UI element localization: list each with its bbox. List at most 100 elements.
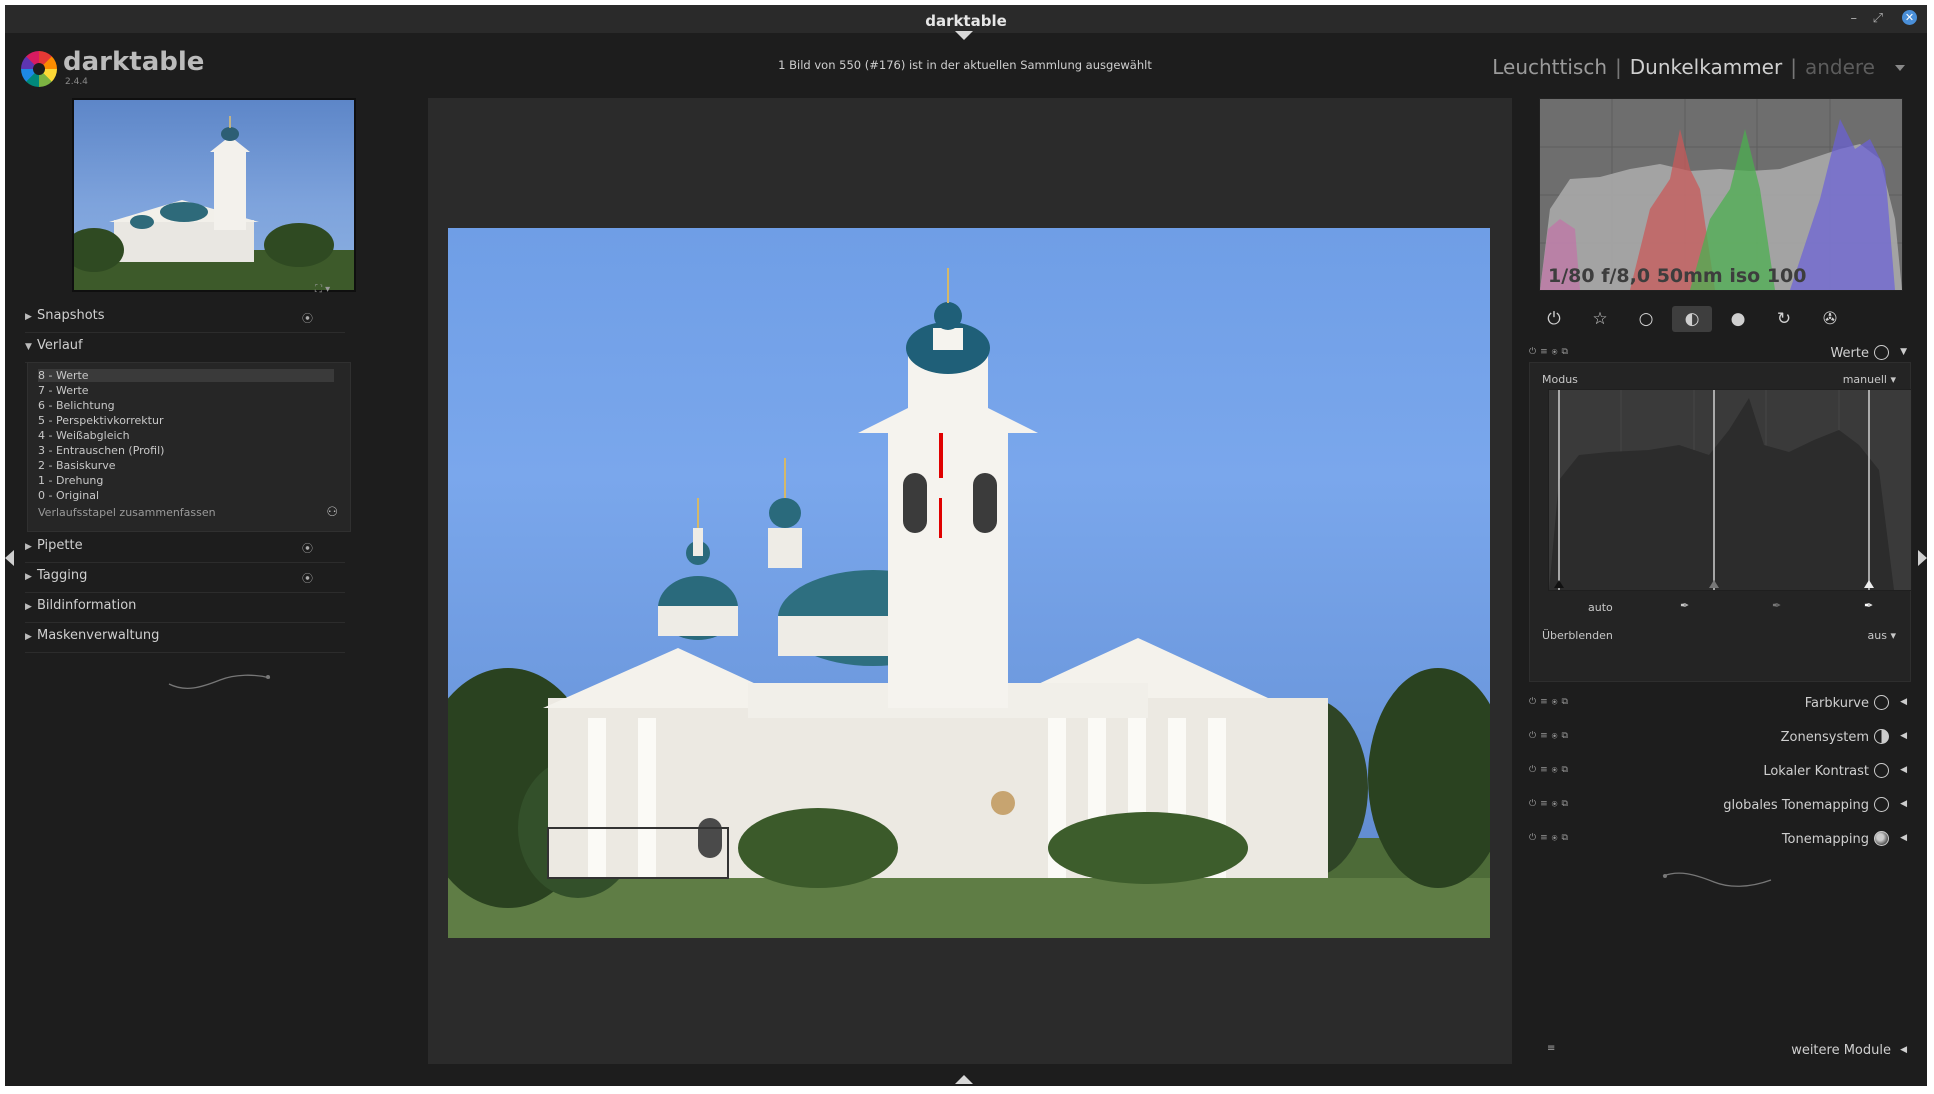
history-item[interactable]: 2 - Basiskurve xyxy=(38,459,116,472)
tagging-header[interactable]: ▶ Tagging ⦿ xyxy=(25,568,345,593)
local-contrast-icon xyxy=(1874,763,1889,778)
compress-history-button[interactable]: Verlaufsstapel zusammenfassen xyxy=(38,506,216,519)
main-image[interactable] xyxy=(448,228,1490,938)
view-lighttable[interactable]: Leuchttisch xyxy=(1492,55,1607,79)
module-row-local-contrast[interactable]: ⏻≡⦿⧉ Lokaler Kontrast ◀ xyxy=(1529,756,1909,788)
reset-icon[interactable]: ⦿ xyxy=(302,310,313,326)
collapse-icon[interactable]: ▼ xyxy=(1900,347,1907,357)
module-row-global-tonemap[interactable]: ⏻≡⦿⧉ globales Tonemapping ◀ xyxy=(1529,790,1909,822)
module-row-color-curve[interactable]: ⏻≡⦿⧉ Farbkurve ◀ xyxy=(1529,688,1909,720)
title-bar: darktable – ⤢ ✕ xyxy=(5,5,1927,33)
module-controls-icon[interactable]: ⏻≡⦿⧉ xyxy=(1529,799,1572,809)
views-dropdown-icon[interactable] xyxy=(1895,65,1905,71)
history-item[interactable]: 1 - Drehung xyxy=(38,474,103,487)
right-panel: 1/80 f/8,0 50mm iso 100 ⏻ ☆ ○ ◐ ● ↻ ✇ ⏻≡… xyxy=(1519,98,1924,1068)
white-picker-icon[interactable]: ✒ xyxy=(1864,599,1873,612)
navigation-thumbnail[interactable] xyxy=(72,98,356,292)
exif-info: 1/80 f/8,0 50mm iso 100 xyxy=(1548,265,1807,287)
bottom-panel-toggle-icon[interactable] xyxy=(955,1075,973,1084)
histogram[interactable]: 1/80 f/8,0 50mm iso 100 xyxy=(1539,98,1903,291)
color-curve-icon xyxy=(1874,695,1889,710)
close-icon[interactable]: ✕ xyxy=(1902,10,1917,25)
minimize-icon[interactable]: – xyxy=(1851,11,1858,26)
view-darkroom[interactable]: Dunkelkammer xyxy=(1630,55,1782,79)
favorites-icon[interactable]: ☆ xyxy=(1580,306,1620,332)
tone-group-icon[interactable]: ◐ xyxy=(1672,306,1712,332)
mode-label: Modus xyxy=(1542,373,1578,386)
basic-group-icon[interactable]: ○ xyxy=(1626,306,1666,332)
collapse-icon: ▼ xyxy=(25,342,32,352)
expand-icon: ▶ xyxy=(25,572,32,582)
expand-icon[interactable]: ◀ xyxy=(1900,731,1907,741)
blend-dropdown[interactable]: aus ▾ xyxy=(1868,629,1896,642)
mode-dropdown[interactable]: manuell ▾ xyxy=(1843,373,1896,386)
right-panel-toggle-icon[interactable] xyxy=(1918,550,1927,566)
global-tonemap-icon xyxy=(1874,797,1889,812)
expand-icon[interactable]: ◀ xyxy=(1900,833,1907,843)
auto-button[interactable]: auto xyxy=(1588,601,1613,614)
module-controls-icon[interactable]: ⏻≡⦿⧉ xyxy=(1529,765,1572,775)
blend-label: Überblenden xyxy=(1542,629,1613,642)
color-picker-header[interactable]: ▶ Pipette ⦿ xyxy=(25,538,345,563)
expand-icon: ▶ xyxy=(25,632,32,642)
mask-manager-header[interactable]: ▶ Maskenverwaltung xyxy=(25,628,345,653)
history-item[interactable]: 6 - Belichtung xyxy=(38,399,115,412)
levels-graph[interactable] xyxy=(1548,389,1912,591)
view-other[interactable]: andere xyxy=(1805,55,1875,79)
history-item[interactable]: 4 - Weißabgleich xyxy=(38,429,130,442)
history-list: 8 - Werte 7 - Werte 6 - Belichtung 5 - P… xyxy=(27,362,351,532)
module-controls-icon[interactable]: ⏻≡⦿⧉ xyxy=(1529,347,1572,357)
history-item[interactable]: 5 - Perspektivkorrektur xyxy=(38,414,164,427)
correct-group-icon[interactable]: ↻ xyxy=(1764,306,1804,332)
levels-icon xyxy=(1874,345,1889,360)
view-switcher: Leuchttisch | Dunkelkammer | andere xyxy=(1492,55,1875,79)
top-panel-toggle-icon[interactable] xyxy=(955,31,973,40)
tonemap-icon xyxy=(1874,831,1889,846)
darktable-logo-icon xyxy=(21,51,57,87)
history-item[interactable]: 8 - Werte xyxy=(38,369,334,382)
power-icon[interactable]: ⏻ xyxy=(1534,306,1574,332)
history-item[interactable]: 7 - Werte xyxy=(38,384,89,397)
gray-picker-icon[interactable]: ✒ xyxy=(1772,599,1781,612)
snapshots-header[interactable]: ▶ Snapshots ⦿ xyxy=(25,308,345,333)
panel-end-ornament-icon xyxy=(1662,872,1772,887)
center-view[interactable] xyxy=(428,98,1512,1064)
collection-status: 1 Bild von 550 (#176) ist in der aktuell… xyxy=(778,58,1152,72)
reset-icon[interactable]: ⦿ xyxy=(302,570,313,586)
black-picker-icon[interactable]: ✒ xyxy=(1680,599,1689,612)
module-controls-icon[interactable]: ⏻≡⦿⧉ xyxy=(1529,833,1572,843)
expand-icon: ▶ xyxy=(25,542,32,552)
left-panel: ⛶ ▾ ▶ Snapshots ⦿ ▼ Verlauf 8 - Werte 7 - … xyxy=(15,98,356,1068)
reset-icon[interactable]: ⦿ xyxy=(302,540,313,556)
window-title: darktable xyxy=(925,12,1007,30)
module-name: Werte xyxy=(1830,346,1869,361)
maximize-icon[interactable]: ⤢ xyxy=(1873,11,1883,26)
image-info-header[interactable]: ▶ Bildinformation xyxy=(25,598,345,623)
left-panel-toggle-icon[interactable] xyxy=(5,550,14,566)
app-name: darktable xyxy=(63,47,205,77)
history-item[interactable]: 0 - Original xyxy=(38,489,99,502)
expand-icon[interactable]: ◀ xyxy=(1900,765,1907,775)
module-controls-icon[interactable]: ⏻≡⦿⧉ xyxy=(1529,697,1572,707)
darktable-window: darktable – ⤢ ✕ darktable 2.4.4 1 Bild v… xyxy=(5,5,1927,1086)
effect-group-icon[interactable]: ✇ xyxy=(1810,306,1850,332)
expand-icon[interactable]: ◀ xyxy=(1900,697,1907,707)
expand-icon: ▶ xyxy=(25,312,32,322)
app-version: 2.4.4 xyxy=(65,77,88,87)
panel-end-ornament-icon xyxy=(168,674,271,690)
color-group-icon[interactable]: ● xyxy=(1718,306,1758,332)
zoom-indicator-icon[interactable]: ⛶ ▾ xyxy=(315,284,330,295)
expand-icon: ▶ xyxy=(25,602,32,612)
module-controls-icon[interactable]: ⏻≡⦿⧉ xyxy=(1529,731,1572,741)
presets-icon[interactable]: ≡ xyxy=(1547,1043,1555,1054)
module-row-tonemap[interactable]: ⏻≡⦿⧉ Tonemapping ◀ xyxy=(1529,824,1909,856)
zone-system-icon xyxy=(1874,729,1889,744)
levels-module: Modus manuell ▾ auto ✒ ✒ ✒ Überblenden a… xyxy=(1529,362,1912,682)
module-groups: ⏻ ☆ ○ ◐ ● ↻ ✇ xyxy=(1529,306,1909,336)
expand-icon[interactable]: ◀ xyxy=(1900,799,1907,809)
history-item[interactable]: 3 - Entrauschen (Profil) xyxy=(38,444,164,457)
module-row-zone-system[interactable]: ⏻≡⦿⧉ Zonensystem ◀ xyxy=(1529,722,1909,754)
history-header[interactable]: ▼ Verlauf xyxy=(25,338,345,363)
expand-icon[interactable]: ◀ xyxy=(1900,1045,1907,1055)
create-style-icon[interactable]: ⚇ xyxy=(326,505,338,520)
